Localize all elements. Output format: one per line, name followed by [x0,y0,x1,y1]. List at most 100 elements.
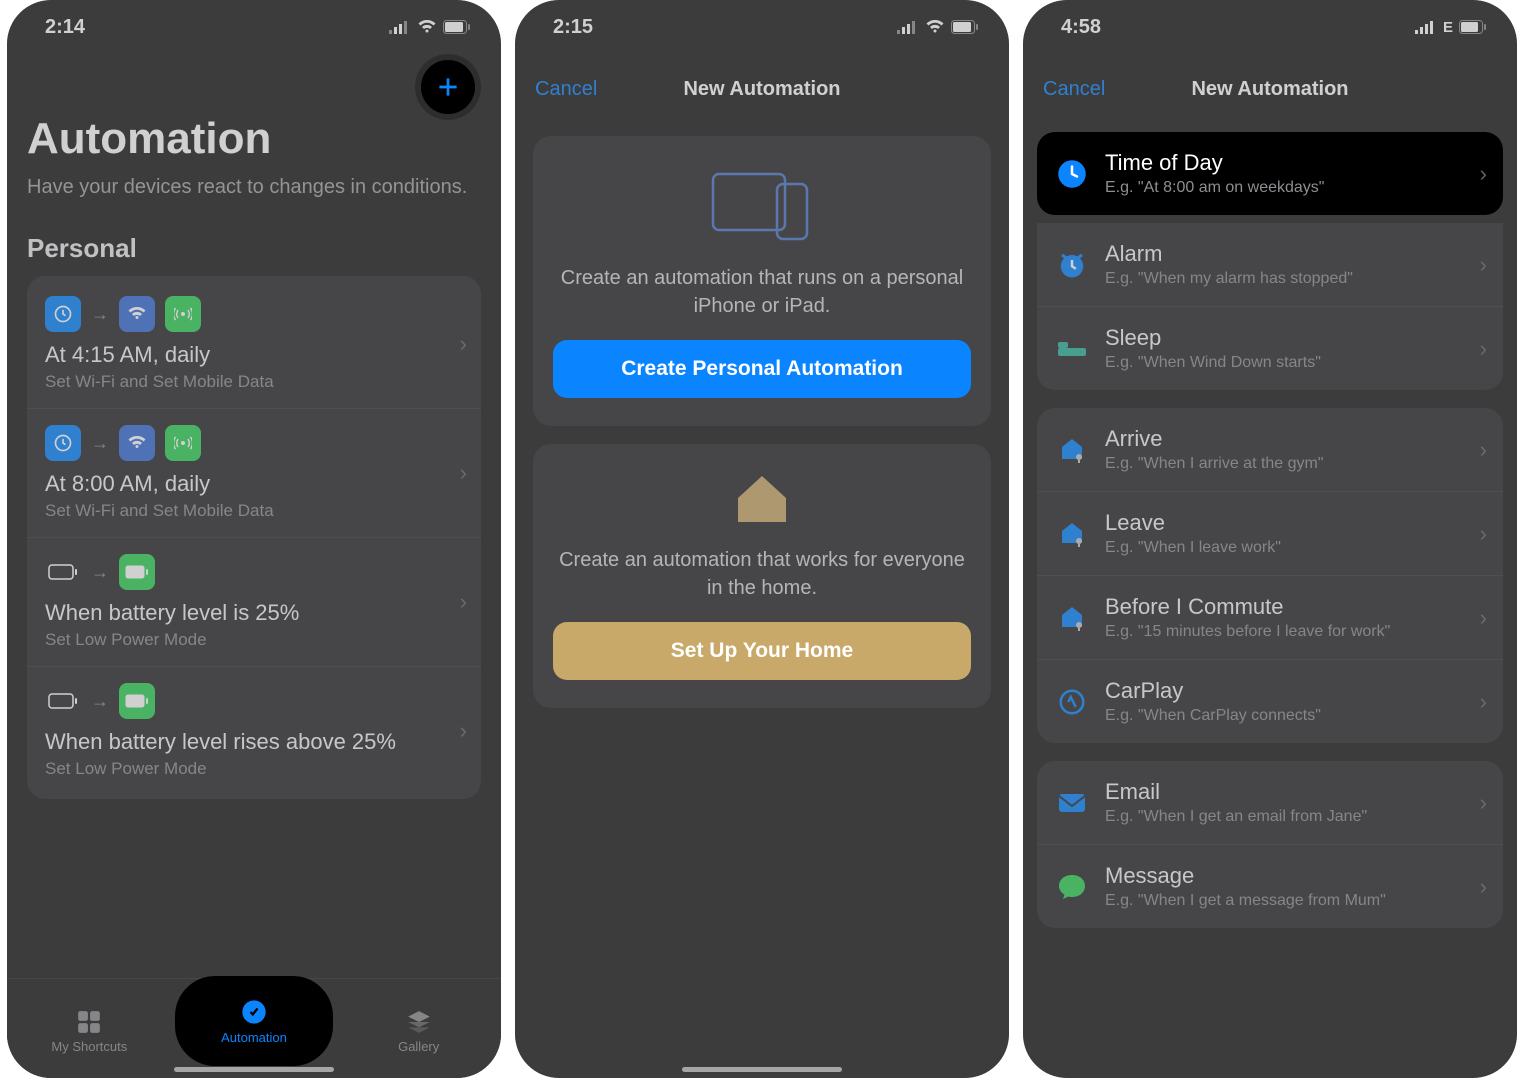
status-icons [389,20,471,34]
home-automation-card: Create an automation that works for ever… [533,444,991,708]
wifi-icon [417,20,437,34]
automation-list: → At 4:15 AM, daily Set Wi-Fi and Set Mo… [27,276,481,799]
trigger-subtitle: E.g. "At 8:00 am on weekdays" [1105,179,1324,197]
clock: 4:58 [1061,16,1101,39]
tab-my-shortcuts[interactable]: My Shortcuts [7,979,172,1078]
cellular-icon [1415,20,1437,34]
clock: 2:15 [553,16,593,39]
cellular-icon [389,20,411,34]
clock: 2:14 [45,16,85,39]
trigger-before-commute[interactable]: Before I Commute E.g. "15 minutes before … [1037,575,1503,659]
trigger-alarm[interactable]: AlarmE.g. "When my alarm has stopped" › [1037,223,1503,306]
trigger-subtitle: E.g. "When I arrive at the gym" [1105,455,1324,473]
trigger-title: Alarm [1105,241,1353,267]
automation-subtitle: Set Low Power Mode [45,630,463,650]
plus-icon [435,74,461,100]
trigger-time-of-day[interactable]: Time of DayE.g. "At 8:00 am on weekdays"… [1037,132,1503,215]
trigger-carplay[interactable]: CarPlayE.g. "When CarPlay connects" › [1037,659,1503,743]
chevron-right-icon: › [460,331,467,357]
automation-row[interactable]: → When battery level rises above 25% Set… [27,666,481,795]
clock-icon [1055,157,1089,191]
chevron-right-icon: › [1480,689,1487,715]
chevron-right-icon: › [460,460,467,486]
trigger-subtitle: E.g. "When my alarm has stopped" [1105,270,1353,288]
automation-subtitle: Set Wi-Fi and Set Mobile Data [45,372,463,392]
page-subtitle: Have your devices react to changes in co… [27,174,481,201]
nav-title: New Automation [683,78,840,101]
arrow-icon: → [91,562,109,583]
trigger-title: Arrive [1105,426,1324,452]
battery-outline-icon [45,554,81,590]
trigger-message[interactable]: MessageE.g. "When I get a message from M… [1037,844,1503,928]
set-up-home-button[interactable]: Set Up Your Home [553,622,971,680]
wifi-tile-icon [119,425,155,461]
automation-row[interactable]: → At 4:15 AM, daily Set Wi-Fi and Set Mo… [27,280,481,408]
screen-new-automation-type: 2:15 Cancel New Automation Create an aut… [515,0,1009,1078]
trigger-subtitle: E.g. "When I get an email from Jane" [1105,808,1367,826]
grid-icon [76,1009,102,1035]
trigger-email[interactable]: Email E.g. "When I get an email from Jane… [1037,761,1503,844]
devices-icon [707,164,817,244]
trigger-subtitle: E.g. "15 minutes before I leave for work… [1105,623,1390,641]
status-bar: 2:14 [7,0,501,54]
chevron-right-icon: › [460,589,467,615]
add-automation-button[interactable] [421,60,475,114]
trigger-arrive[interactable]: ArriveE.g. "When I arrive at the gym" › [1037,408,1503,491]
trigger-group: Email E.g. "When I get an email from Jane… [1037,761,1503,928]
tab-label: Gallery [398,1039,439,1054]
trigger-subtitle: E.g. "When I leave work" [1105,539,1281,557]
chevron-right-icon: › [1480,874,1487,900]
create-personal-automation-button[interactable]: Create Personal Automation [553,340,971,398]
carplay-icon [1055,685,1089,719]
wifi-tile-icon [119,296,155,332]
battery-icon [1459,20,1487,34]
clock-icon [45,425,81,461]
automation-row[interactable]: → At 8:00 AM, daily Set Wi-Fi and Set Mo… [27,408,481,537]
trigger-leave[interactable]: Leave E.g. "When I leave work" › [1037,491,1503,575]
tab-automation[interactable]: Automation [175,976,333,1066]
status-bar: 2:15 [515,0,1009,54]
arrive-icon [1055,433,1089,467]
page-title: Automation [27,114,481,164]
automation-icon [240,998,268,1026]
trigger-title: Sleep [1105,325,1321,351]
home-indicator[interactable] [682,1067,842,1072]
chevron-right-icon: › [1480,161,1487,187]
screen-new-automation-triggers: 4:58 E Cancel New Automation Time of Day… [1023,0,1517,1078]
arrow-icon: → [91,691,109,712]
battery-tile-icon [119,683,155,719]
trigger-title: Message [1105,863,1386,889]
tab-gallery[interactable]: Gallery [336,979,501,1078]
nav-bar: Cancel New Automation [515,60,1009,118]
status-icons: E [1415,19,1487,36]
cellular-tile-icon [165,425,201,461]
personal-card-text: Create an automation that runs on a pers… [553,264,971,320]
network-label: E [1443,19,1453,36]
stack-icon [406,1009,432,1035]
trigger-title: Leave [1105,510,1281,536]
home-indicator[interactable] [174,1067,334,1072]
nav-bar: Cancel New Automation [1023,60,1517,118]
trigger-group: ArriveE.g. "When I arrive at the gym" › … [1037,408,1503,743]
trigger-sleep[interactable]: SleepE.g. "When Wind Down starts" › [1037,306,1503,390]
trigger-group: AlarmE.g. "When my alarm has stopped" › … [1037,223,1503,390]
trigger-subtitle: E.g. "When CarPlay connects" [1105,707,1321,725]
screen-automation-list: 2:14 Automation Have your devices react … [7,0,501,1078]
personal-automation-card: Create an automation that runs on a pers… [533,136,991,426]
email-icon [1055,786,1089,820]
chevron-right-icon: › [460,718,467,744]
chevron-right-icon: › [1480,790,1487,816]
chevron-right-icon: › [1480,336,1487,362]
chevron-right-icon: › [1480,521,1487,547]
automation-subtitle: Set Wi-Fi and Set Mobile Data [45,501,463,521]
trigger-title: Email [1105,779,1367,805]
home-icon [732,472,792,526]
cancel-button[interactable]: Cancel [535,78,597,101]
cancel-button[interactable]: Cancel [1043,78,1105,101]
automation-title: At 8:00 AM, daily [45,471,463,497]
commute-icon [1055,601,1089,635]
trigger-title: Before I Commute [1105,594,1390,620]
nav-title: New Automation [1191,78,1348,101]
automation-row[interactable]: → When battery level is 25% Set Low Powe… [27,537,481,666]
cellular-icon [897,20,919,34]
